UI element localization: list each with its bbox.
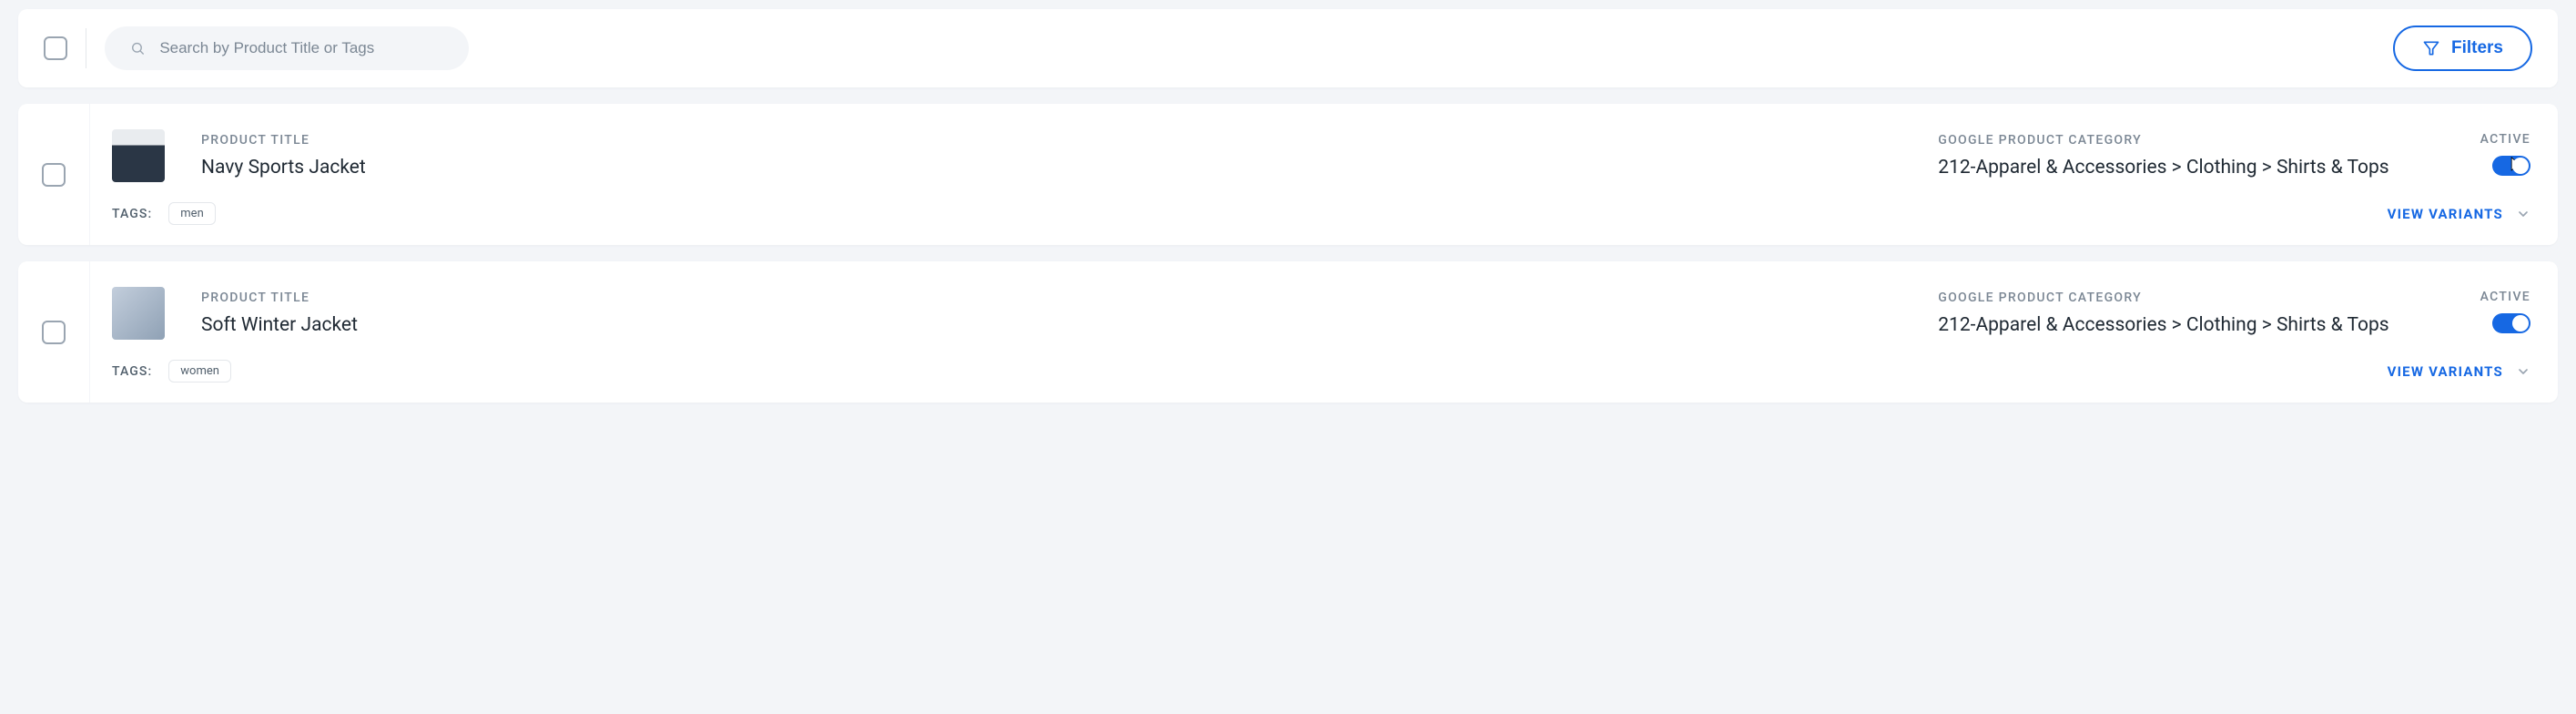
- product-title: Soft Winter Jacket: [201, 314, 583, 336]
- toolbar: Filters: [18, 9, 2558, 87]
- active-toggle[interactable]: [2492, 156, 2530, 176]
- product-row: PRODUCT TITLE Navy Sports Jacket GOOGLE …: [18, 104, 2558, 245]
- select-all-checkbox[interactable]: [44, 36, 67, 60]
- view-variants-label: VIEW VARIANTS: [2388, 206, 2503, 222]
- product-thumbnail[interactable]: [112, 129, 165, 182]
- product-title-label: PRODUCT TITLE: [201, 133, 583, 148]
- product-title-label: PRODUCT TITLE: [201, 291, 583, 305]
- chevron-down-icon: [2516, 207, 2530, 221]
- active-label: ACTIVE: [2480, 290, 2530, 304]
- row-checkbox[interactable]: [42, 163, 66, 187]
- search-input[interactable]: [159, 39, 443, 57]
- product-thumbnail[interactable]: [112, 287, 165, 340]
- gpc-value: 212-Apparel & Accessories > Clothing > S…: [1938, 157, 2388, 178]
- active-toggle[interactable]: [2492, 313, 2530, 333]
- tag-chip[interactable]: men: [168, 202, 215, 225]
- gpc-value: 212-Apparel & Accessories > Clothing > S…: [1938, 314, 2388, 336]
- row-checkbox[interactable]: [42, 321, 66, 344]
- active-label: ACTIVE: [2480, 132, 2530, 147]
- view-variants-button[interactable]: VIEW VARIANTS: [2388, 206, 2530, 222]
- tag-chip[interactable]: women: [168, 360, 231, 382]
- filter-icon: [2422, 39, 2440, 57]
- product-row: PRODUCT TITLE Soft Winter Jacket GOOGLE …: [18, 261, 2558, 403]
- search-field[interactable]: [105, 26, 469, 70]
- view-variants-label: VIEW VARIANTS: [2388, 363, 2503, 380]
- tags-label: TAGS:: [112, 207, 152, 221]
- gpc-label: GOOGLE PRODUCT CATEGORY: [1938, 291, 2388, 305]
- chevron-down-icon: [2516, 364, 2530, 379]
- search-icon: [130, 40, 145, 56]
- view-variants-button[interactable]: VIEW VARIANTS: [2388, 363, 2530, 380]
- tags-label: TAGS:: [112, 364, 152, 379]
- product-title: Navy Sports Jacket: [201, 157, 583, 178]
- filters-button[interactable]: Filters: [2393, 26, 2532, 71]
- gpc-label: GOOGLE PRODUCT CATEGORY: [1938, 133, 2388, 148]
- filters-label: Filters: [2451, 38, 2503, 58]
- cursor-icon: [2510, 157, 2523, 175]
